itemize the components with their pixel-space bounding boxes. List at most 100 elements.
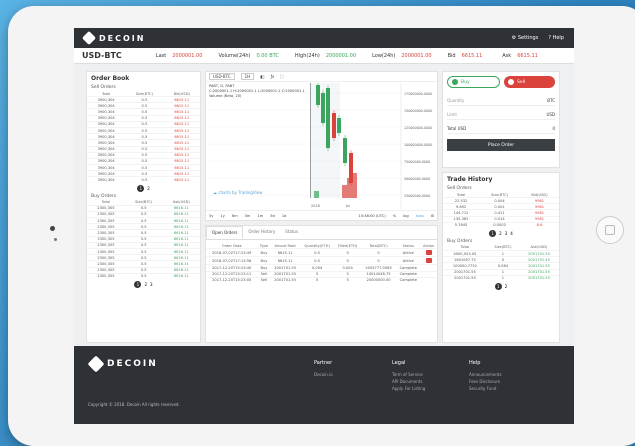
market-pair[interactable]: USD-BTC <box>82 51 122 60</box>
auto-toggle[interactable]: auto <box>416 214 424 218</box>
page-link[interactable]: 2 <box>144 282 147 287</box>
tradingview-credit[interactable]: ☁ charts by TradingView <box>213 190 262 195</box>
order-book-title: Order Book <box>91 75 130 82</box>
fullscreen-icon[interactable]: ⛶ <box>280 74 283 79</box>
footer-link[interactable]: Announcements <box>469 371 502 378</box>
timeframe-list: 5y 1y 6m 3m 1m 5d 1d <box>209 214 286 218</box>
orders-tabs: Open Orders Order History Status <box>206 226 437 240</box>
trade-history-panel: Trade History Sell Orders Total Size(BTC)… <box>442 172 560 343</box>
cancel-order-button[interactable] <box>425 257 432 263</box>
orders-tab[interactable]: Order History <box>243 226 280 239</box>
chart-toolbar: USD-BTC 1H ▮▯ ƒx ⛶ <box>206 72 437 82</box>
settings-link[interactable]: ⚙ Settings <box>512 35 539 41</box>
orders-panel: Open Orders Order History Status Order Dat… <box>205 225 438 343</box>
table-row[interactable]: 5.7645 0.0003 8.6 <box>443 221 559 228</box>
timeframe-option[interactable]: 5d <box>270 214 275 218</box>
top-header: DECOIN ⚙ Settings ? Help <box>74 28 574 48</box>
footer-heading: Help <box>469 360 481 366</box>
footer-heading: Legal <box>392 360 406 366</box>
volume-bar <box>347 178 352 198</box>
price-label: 50000000.0000 <box>404 177 430 181</box>
page-link[interactable]: 4 <box>510 231 513 236</box>
percent-toggle[interactable]: % <box>393 214 396 218</box>
timeframe-option[interactable]: 1m <box>257 214 263 218</box>
footer-link[interactable]: Decoin.io <box>314 371 333 378</box>
quantity-field[interactable]: Quantity BTC <box>447 95 555 106</box>
chart-settings-icon[interactable]: ⚙ <box>431 214 434 218</box>
footer-link[interactable]: Apply For Listing <box>392 385 425 392</box>
buy-dot-icon <box>452 79 458 85</box>
indicators-icon[interactable]: ƒx <box>271 74 275 79</box>
order-cell: 0 <box>360 247 397 257</box>
timeframe-option[interactable]: 6m <box>232 214 238 218</box>
quantity-unit: BTC <box>547 97 555 103</box>
page-link[interactable]: 1 <box>489 229 497 237</box>
timeframe-option[interactable]: 3m <box>245 214 251 218</box>
limit-field[interactable]: Limit USD <box>447 109 555 120</box>
ticker-bar: USD-BTC Last 2000001.00 Volume(24h) 0.00 B… <box>74 48 574 64</box>
price-label: 100000000.0000 <box>404 143 432 147</box>
order-cell: 20000000.00 <box>360 276 397 283</box>
order-row[interactable]: 2018-07-02T17:23:49 Buy 6615.11 0.5 0 0 Active <box>206 247 437 257</box>
date-label: 2018 <box>311 204 320 208</box>
high-value: 2000001.00 <box>325 52 357 59</box>
symbol-select[interactable]: USD-BTC <box>209 73 235 80</box>
order-row[interactable]: 2018-07-02T17:13:58 Buy 6615.11 0.5 0 0 Active <box>206 256 437 265</box>
quantity-label: Quantity <box>447 97 465 103</box>
sell-dot-icon <box>508 79 514 85</box>
home-button[interactable] <box>596 216 624 244</box>
table-row[interactable]: 2001701.55 1 2001701.55 <box>443 274 559 281</box>
order-cell: 5 <box>334 276 361 283</box>
timeframe-option[interactable]: 5y <box>209 214 213 218</box>
volume-bar <box>352 173 357 198</box>
log-toggle[interactable]: log <box>403 214 408 218</box>
orders-tab[interactable]: Status <box>280 226 303 239</box>
timeframe-option[interactable]: 1d <box>282 214 287 218</box>
price-label: 25000000.0000 <box>404 194 430 198</box>
footer-link[interactable]: Term of Service <box>392 371 425 378</box>
orders-tab[interactable]: Open Orders <box>206 226 244 239</box>
buy-pager: 123 <box>87 279 200 290</box>
footer-link[interactable]: Fees Disclosure <box>469 378 502 385</box>
volume-bar <box>342 185 347 198</box>
history-buy-pager: 12 <box>443 281 559 292</box>
page-link[interactable]: 2 <box>505 284 508 289</box>
page-link[interactable]: 1 <box>494 282 502 290</box>
page-link[interactable]: 2 <box>499 231 502 236</box>
timeframe-option[interactable]: 1y <box>220 214 224 218</box>
page-link[interactable]: 1 <box>134 280 142 288</box>
cancel-order-button[interactable] <box>425 249 432 255</box>
price-label: 150000000.0000 <box>404 109 432 113</box>
order-cell: 2018-07-02T17:13:58 <box>206 256 258 265</box>
app-screen: DECOIN ⚙ Settings ? Help USD-BTC Last 200… <box>74 28 574 424</box>
page-link[interactable]: 1 <box>137 184 145 192</box>
candle-body <box>332 113 336 138</box>
place-order-button[interactable]: Place Order <box>447 139 555 151</box>
table-row[interactable]: 3900,304 0.5 6615.11 <box>87 176 200 183</box>
interval-select[interactable]: 1H <box>240 73 255 80</box>
footer-link[interactable]: API Documents <box>392 378 425 385</box>
help-link[interactable]: ? Help <box>548 35 564 41</box>
page-link[interactable]: 2 <box>147 186 150 191</box>
volume-bar <box>314 191 319 198</box>
order-row[interactable]: 2017-12-20T15:23:00 Sell 2001701.55 5 5 20000… <box>206 276 437 283</box>
buy-toggle[interactable]: Buy <box>447 76 500 88</box>
brand-logo[interactable]: DECOIN <box>81 30 145 46</box>
footer-link[interactable]: Security Fund <box>469 385 502 392</box>
footer-brand: DECOIN <box>107 359 158 369</box>
ask-value: 6615.11 <box>517 52 538 59</box>
order-cell: Buy <box>257 256 271 265</box>
page-link[interactable]: 3 <box>150 282 153 287</box>
sell-toggle[interactable]: Sell <box>504 76 555 88</box>
table-row[interactable]: 2300,305 0.5 6616.11 <box>87 272 200 279</box>
high-label: High(24h) <box>294 52 320 59</box>
order-cell: 0.5 <box>299 256 335 265</box>
footer-logo[interactable]: DECOIN <box>87 355 158 373</box>
candle-type-icon[interactable]: ▮▯ <box>260 74 264 79</box>
order-cell: Complete <box>396 276 421 283</box>
limit-unit: USD <box>546 111 555 117</box>
page-link[interactable]: 3 <box>505 231 508 236</box>
diamond-logo-icon <box>87 355 105 373</box>
total-value: 0 <box>552 125 555 131</box>
price-label: 75000000.0000 <box>404 160 430 164</box>
